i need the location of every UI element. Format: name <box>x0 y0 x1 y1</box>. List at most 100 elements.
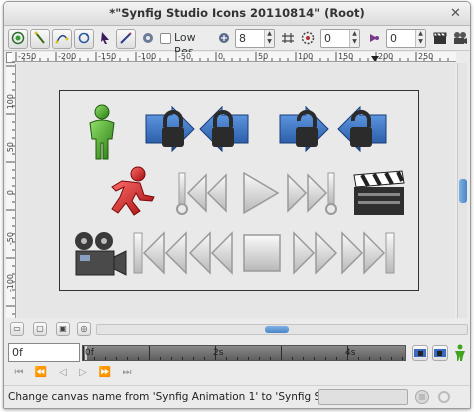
clapperboard-icon <box>433 32 447 44</box>
keyframe-lock-future-button[interactable] <box>432 345 448 361</box>
ruler-label: 250 <box>418 52 434 61</box>
keyframe-lock-icon <box>370 34 379 42</box>
time-tick <box>325 357 326 360</box>
canvas-work-area[interactable] <box>17 63 455 318</box>
keyframe-lock-toggle[interactable] <box>366 29 382 49</box>
preview-button[interactable] <box>451 29 469 49</box>
time-slider[interactable]: 0f 2s 4s <box>82 345 406 361</box>
seek-begin-icon <box>133 231 187 275</box>
time-tick <box>226 357 227 360</box>
person-icon <box>89 104 115 160</box>
animation-mode-button[interactable] <box>8 29 28 49</box>
ruler-label: 50 <box>6 142 15 153</box>
onion-future-spinbox[interactable]: 0 ▲ ▼ <box>386 29 426 48</box>
transport-controls: ⏮ ⏪ ◁ ▷ ⏩ ⏭ <box>4 365 470 381</box>
seek-end-icon <box>341 231 395 275</box>
zoom-fit-icon: ▣ <box>59 324 67 333</box>
seek-prev-frame-button[interactable]: ◁ <box>56 366 70 380</box>
time-tick <box>270 357 271 360</box>
render-preview-button[interactable] <box>431 29 449 49</box>
render-tool[interactable] <box>140 29 156 49</box>
time-tick <box>237 357 238 360</box>
lock-future-icon <box>199 105 249 153</box>
current-time-field[interactable]: 0f <box>8 343 80 362</box>
low-res-label: Low Res <box>174 31 196 58</box>
zoom-in-button[interactable]: ▢ <box>33 322 47 336</box>
canvas-drawing <box>75 104 405 276</box>
grid-toggle[interactable] <box>280 29 296 49</box>
status-message: Change canvas name from 'Synfig Animatio… <box>8 391 371 403</box>
onion-past-value: 0 <box>324 32 331 45</box>
refresh-status-button[interactable] <box>436 389 452 405</box>
time-tick <box>94 357 95 360</box>
play-icon <box>243 171 280 215</box>
draw-tool-button[interactable] <box>30 29 50 49</box>
horizontal-scrollbar[interactable] <box>96 324 468 335</box>
bline-tool-icon <box>55 34 69 44</box>
seek-next-keyframe-button[interactable]: ⏭ <box>120 366 134 380</box>
low-res-checkbox[interactable] <box>160 33 171 44</box>
time-bar: 0f 0f 2s 4s <box>4 342 470 364</box>
time-tick <box>138 357 139 360</box>
refresh-button[interactable] <box>74 29 94 49</box>
canvas-window: *"Synfig Studio Icons 20110814" (Root) ✕… <box>3 1 471 409</box>
time-tick <box>215 346 216 360</box>
zoom-fit-button[interactable]: ▣ <box>56 322 70 336</box>
render-progress-bar <box>318 389 408 405</box>
spin-arrows-icon[interactable]: ▲ ▼ <box>264 30 274 47</box>
onion-past-spinbox[interactable]: 0 ▲ ▼ <box>320 29 360 48</box>
unlock-past-icon <box>279 105 329 153</box>
cursor-tool[interactable] <box>97 29 113 49</box>
time-tick <box>160 357 161 360</box>
zoom-out-button[interactable]: ▭ <box>10 322 24 336</box>
resolution-spinbox[interactable]: 8 ▲ ▼ <box>235 29 275 48</box>
time-tick <box>171 357 172 360</box>
ruler-label: 0 <box>6 190 15 196</box>
bline-tool-button[interactable] <box>52 29 72 49</box>
onion-skin-icon <box>301 31 315 45</box>
grid-icon <box>282 33 294 43</box>
seek-prev-keyframe-icon: ⏪ <box>34 367 48 378</box>
pen-icon <box>120 32 132 44</box>
ruler-label: -50 <box>6 232 15 246</box>
resolution-icon <box>219 33 229 43</box>
render-icon <box>143 33 153 43</box>
time-label: 0f <box>85 348 94 358</box>
onion-skin-toggle[interactable] <box>300 29 316 49</box>
stop-icon <box>415 390 429 404</box>
seek-next-frame-button[interactable]: ⏩ <box>98 366 112 380</box>
time-tick <box>149 346 150 360</box>
vertical-scrollbar[interactable] <box>457 63 467 318</box>
animation-mode-toggle[interactable] <box>453 344 467 362</box>
spin-arrows-icon[interactable]: ▲ ▼ <box>349 30 359 47</box>
time-tick <box>369 357 370 360</box>
time-tick <box>347 346 348 360</box>
ruler-label: -100 <box>138 52 157 61</box>
close-button[interactable]: ✕ <box>449 7 462 20</box>
pen-tool-button[interactable] <box>116 29 136 49</box>
keyframe-lock-past-icon <box>414 349 426 357</box>
canvas[interactable] <box>59 90 419 291</box>
horizontal-scrollbar-thumb[interactable] <box>265 326 289 333</box>
seek-prev-keyframe-button[interactable]: ⏪ <box>34 366 48 380</box>
person-icon <box>455 344 465 361</box>
seek-begin-button[interactable]: ⏮ <box>12 366 26 380</box>
seek-begin-key-icon <box>176 172 227 215</box>
seek-next-keyframe-icon: ⏭ <box>122 367 132 378</box>
play-button[interactable]: ▷ <box>76 366 90 380</box>
zoom-100-button[interactable]: ◎ <box>77 322 91 336</box>
vertical-scrollbar-thumb[interactable] <box>459 179 467 203</box>
time-tick <box>83 346 84 360</box>
title-bar[interactable]: *"Synfig Studio Icons 20110814" (Root) ✕ <box>4 2 470 26</box>
resolution-value: 8 <box>239 32 246 45</box>
film-reel-icon <box>454 32 467 44</box>
time-tick <box>182 357 183 360</box>
time-tick <box>358 357 359 360</box>
keyframe-lock-past-button[interactable] <box>412 345 428 361</box>
ruler-label: -250 <box>18 52 37 61</box>
ruler-label: 200 <box>378 52 394 61</box>
spin-arrows-icon[interactable]: ▲ ▼ <box>415 30 425 47</box>
time-tick <box>391 357 392 360</box>
stop-render-button[interactable] <box>414 389 430 405</box>
window-title: *"Synfig Studio Icons 20110814" (Root) <box>109 6 365 20</box>
